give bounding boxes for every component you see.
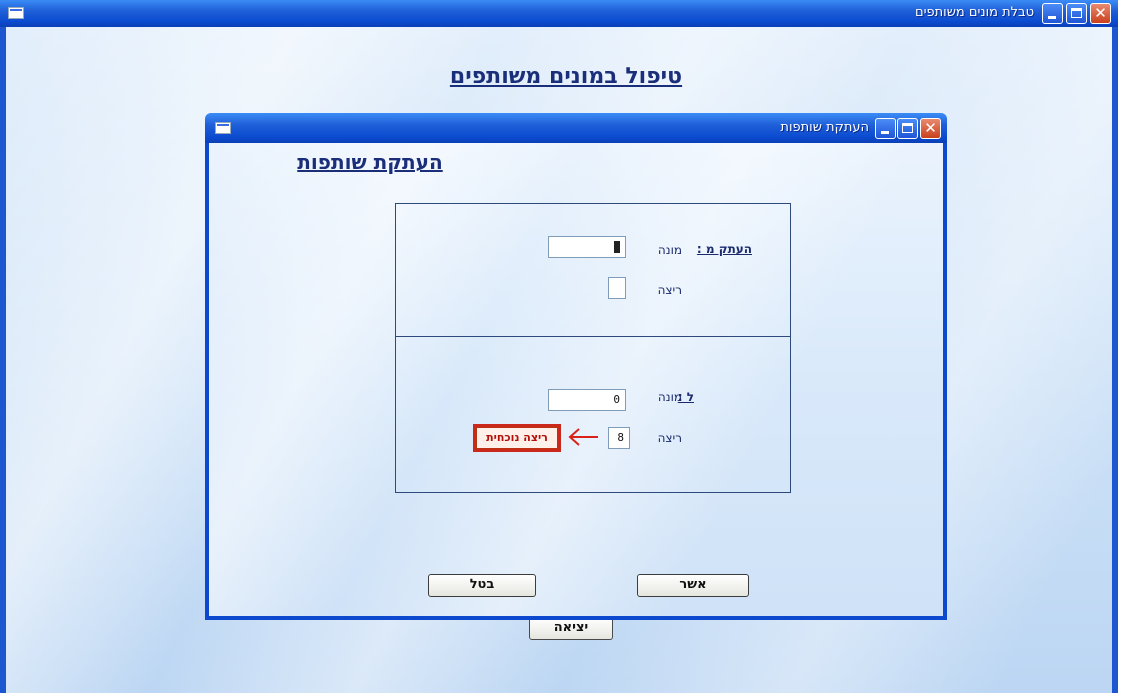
close-button[interactable]: ✕	[1090, 3, 1111, 24]
copy-from-row-label: ריצה	[657, 283, 682, 297]
divider	[395, 336, 791, 337]
copy-to-counter-label: מונה	[657, 390, 682, 404]
maximize-button[interactable]	[1066, 3, 1087, 24]
page-title: טיפול במונים משותפים	[449, 64, 683, 89]
dialog-title: העתקת שותפות	[780, 120, 869, 135]
exit-button[interactable]: יציאה	[529, 617, 613, 640]
copy-to-counter-input[interactable]: 0	[548, 389, 626, 411]
copy-to-row-input[interactable]: 8	[608, 427, 630, 449]
window-icon[interactable]	[215, 122, 231, 134]
maximize-icon	[902, 123, 913, 133]
main-window-title: טבלת מונים משותפים	[914, 5, 1034, 20]
dialog-close-button[interactable]: ✕	[920, 118, 941, 139]
copy-from-row-input[interactable]	[608, 277, 626, 299]
dialog-maximize-button[interactable]	[897, 118, 918, 139]
copy-from-label: העתק מ :	[696, 242, 752, 256]
window-border-right	[1112, 27, 1118, 693]
arrow-left-icon	[568, 428, 598, 446]
copy-from-counter-label: מונה	[657, 243, 682, 257]
copy-from-counter-input[interactable]	[548, 236, 626, 258]
window-icon[interactable]	[8, 7, 24, 19]
minimize-button[interactable]	[1042, 3, 1063, 24]
maximize-icon	[1071, 8, 1082, 18]
current-row-badge: ריצה נוכחית	[473, 424, 561, 452]
text-cursor	[614, 241, 620, 253]
minimize-icon	[1048, 16, 1056, 19]
cancel-button[interactable]: בטל	[428, 574, 536, 597]
dialog-titlebar[interactable]: העתקת שותפות ✕	[205, 113, 947, 143]
minimize-icon	[881, 131, 889, 134]
confirm-button[interactable]: אשר	[637, 574, 749, 597]
dialog-minimize-button[interactable]	[875, 118, 896, 139]
current-row-badge-label: ריצה נוכחית	[476, 427, 558, 449]
close-icon: ✕	[1094, 4, 1107, 22]
main-window-titlebar[interactable]: טבלת מונים משותפים ✕	[0, 0, 1118, 27]
close-icon: ✕	[924, 119, 937, 137]
dialog-heading: העתקת שותפות	[297, 150, 443, 174]
copy-to-row-label: ריצה	[657, 431, 682, 445]
